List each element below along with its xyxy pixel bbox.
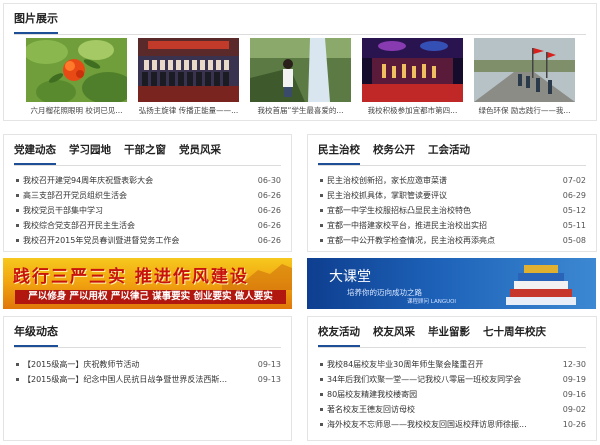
books-icon bbox=[506, 265, 576, 305]
list-item[interactable]: 80届校友精建我校楼寄园 09-16 bbox=[320, 387, 586, 402]
tab-alumni-activities[interactable]: 校友活动 bbox=[318, 317, 360, 347]
gallery-photo-stage-performance[interactable] bbox=[362, 38, 463, 102]
gallery-panel-title[interactable]: 图片展示 bbox=[14, 12, 58, 34]
bullet-icon bbox=[320, 179, 323, 182]
tab-party-member-style[interactable]: 党员风采 bbox=[179, 135, 221, 165]
list-item[interactable]: 民主治校创新招，家长应邀审菜谱 07-02 bbox=[320, 173, 586, 188]
gallery-photo-student-waterfall[interactable] bbox=[250, 38, 351, 102]
bullet-icon bbox=[320, 363, 323, 366]
grade-news-header: 年级动态 bbox=[14, 317, 281, 348]
gallery-caption[interactable]: 弘扬主旋律 传播正能量——... bbox=[138, 104, 239, 118]
bullet-icon bbox=[16, 378, 19, 381]
bullet-icon bbox=[16, 239, 19, 242]
list-item[interactable]: 我校综合党支部召开民主生活会 06-26 bbox=[16, 218, 281, 233]
banner-subtitle: 严以修身 严以用权 严以律己 谋事要实 创业要实 做人要实 bbox=[15, 290, 286, 304]
democratic-governance-panel: 民主治校 校务公开 工会活动 民主治校创新招，家长应邀审菜谱 07-02 民主治校… bbox=[307, 134, 597, 252]
bullet-icon bbox=[16, 363, 19, 366]
bullet-icon bbox=[320, 423, 323, 426]
list-item[interactable]: 民主治校抓具体，掌职管读要评议 06-29 bbox=[320, 188, 586, 203]
gallery-photo-road-flags[interactable] bbox=[474, 38, 575, 102]
alumni-news-list: 我校84届校友毕业30周年师生聚会隆重召开 12-30 34年后我们欢聚一堂——记… bbox=[320, 357, 586, 432]
gallery-item-3[interactable]: 我校首届“学生最喜爱的... bbox=[250, 38, 351, 118]
list-item[interactable]: 34年后我们欢聚一堂——记我校八零届一班校友同学会 09-19 bbox=[320, 372, 586, 387]
list-item[interactable]: 我校召开建党94周年庆祝暨表彰大会 06-30 bbox=[16, 173, 281, 188]
list-item[interactable]: 我校84届校友毕业30周年师生聚会隆重召开 12-30 bbox=[320, 357, 586, 372]
tab-study-garden[interactable]: 学习园地 bbox=[69, 135, 111, 165]
party-building-tabs: 党建动态 学习园地 干部之窗 党员风采 bbox=[14, 135, 281, 166]
tab-alumni-style[interactable]: 校友风采 bbox=[373, 317, 415, 347]
bullet-icon bbox=[320, 393, 323, 396]
bullet-icon bbox=[320, 239, 323, 242]
gallery-panel-header: 图片展示 bbox=[14, 4, 586, 35]
list-item[interactable]: 宜都一中公开教学检查情况，民主治校再添亮点 05-08 bbox=[320, 233, 586, 248]
bullet-icon bbox=[320, 224, 323, 227]
alumni-tabs: 校友活动 校友风采 毕业留影 七十周年校庆 bbox=[318, 317, 586, 348]
gallery-item-1[interactable]: 六月榴花照眼明 校词已见... bbox=[26, 38, 127, 118]
bullet-icon bbox=[320, 209, 323, 212]
bullet-icon bbox=[16, 194, 19, 197]
tab-school-affairs[interactable]: 校务公开 bbox=[373, 135, 415, 165]
gallery-panel: 图片展示 六月榴花照眼明 校词已见... 弘扬主旋律 传播正能量——... 我校… bbox=[3, 3, 597, 121]
banner-title: 大课堂 bbox=[329, 269, 371, 285]
bullet-icon bbox=[320, 378, 323, 381]
list-item[interactable]: 【2015级高一】纪念中国人民抗日战争暨世界反法西斯... 09-13 bbox=[16, 372, 281, 387]
tab-democratic-governance[interactable]: 民主治校 bbox=[318, 135, 360, 165]
tab-graduation-photos[interactable]: 毕业留影 bbox=[428, 317, 470, 347]
banner-slogan: 践行三严三实 推进作风建设 bbox=[13, 267, 249, 287]
list-item[interactable]: 我校党员干部集中学习 06-26 bbox=[16, 203, 281, 218]
party-news-list: 我校召开建党94周年庆祝暨表彰大会 06-30 高三支部召开党员组织生活会 06-2… bbox=[16, 173, 281, 248]
gallery-caption[interactable]: 我校积极参加宜都市第四... bbox=[362, 104, 463, 118]
tab-70th-anniversary[interactable]: 七十周年校庆 bbox=[483, 317, 546, 347]
gallery-photo-choir-stage[interactable] bbox=[138, 38, 239, 102]
list-item[interactable]: 我校召开2015年党员春训暨进督党务工作会 06-26 bbox=[16, 233, 281, 248]
tab-union-activities[interactable]: 工会活动 bbox=[428, 135, 470, 165]
gallery-caption[interactable]: 绿色环保 励志践行——我... bbox=[474, 104, 575, 118]
three-strict-banner[interactable]: 践行三严三实 推进作风建设 严以修身 严以用权 严以律己 谋事要实 创业要实 做… bbox=[3, 258, 292, 309]
bullet-icon bbox=[320, 408, 323, 411]
party-building-panel: 党建动态 学习园地 干部之窗 党员风采 我校召开建党94周年庆祝暨表彰大会 06-… bbox=[3, 134, 292, 252]
banner-footnote: 课程顾问 LANGUOI bbox=[407, 299, 457, 305]
gallery-item-4[interactable]: 我校积极参加宜都市第四... bbox=[362, 38, 463, 118]
gallery-caption[interactable]: 我校首届“学生最喜爱的... bbox=[250, 104, 351, 118]
tab-cadre-window[interactable]: 干部之窗 bbox=[124, 135, 166, 165]
alumni-panel: 校友活动 校友风采 毕业留影 七十周年校庆 我校84届校友毕业30周年师生聚会隆… bbox=[307, 316, 597, 441]
democratic-governance-tabs: 民主治校 校务公开 工会活动 bbox=[318, 135, 586, 166]
democracy-news-list: 民主治校创新招，家长应邀审菜谱 07-02 民主治校抓具体，掌职管读要评议 06-2… bbox=[320, 173, 586, 248]
grade-news-title[interactable]: 年级动态 bbox=[14, 325, 58, 347]
list-item[interactable]: 高三支部召开党员组织生活会 06-26 bbox=[16, 188, 281, 203]
list-item[interactable]: 宜都一中搭建家校平台，推进民主治校出实招 05-11 bbox=[320, 218, 586, 233]
classroom-banner[interactable]: 大课堂 培养你的迈向成功之路 课程顾问 LANGUOI bbox=[307, 258, 596, 309]
list-item[interactable]: 宜都一中学生校服招标凸显民主治校特色 05-12 bbox=[320, 203, 586, 218]
grade-news-panel: 年级动态 【2015级高一】庆祝教师节活动 09-13 【2015级高一】纪念中国… bbox=[3, 316, 292, 441]
gallery-item-5[interactable]: 绿色环保 励志践行——我... bbox=[474, 38, 575, 118]
list-item[interactable]: 【2015级高一】庆祝教师节活动 09-13 bbox=[16, 357, 281, 372]
gallery-item-2[interactable]: 弘扬主旋律 传播正能量——... bbox=[138, 38, 239, 118]
list-item[interactable]: 海外校友不忘师恩——我校校友回国返校拜访恩师徐振... 10-26 bbox=[320, 417, 586, 432]
bullet-icon bbox=[16, 209, 19, 212]
grade-news-list: 【2015级高一】庆祝教师节活动 09-13 【2015级高一】纪念中国人民抗日战… bbox=[16, 357, 281, 387]
tab-party-news[interactable]: 党建动态 bbox=[14, 135, 56, 165]
bullet-icon bbox=[16, 179, 19, 182]
bullet-icon bbox=[320, 194, 323, 197]
gallery-caption[interactable]: 六月榴花照眼明 校词已见... bbox=[26, 104, 127, 118]
gallery-photo-pomegranate-flower[interactable] bbox=[26, 38, 127, 102]
list-item[interactable]: 著名校友王德友回访母校 09-02 bbox=[320, 402, 586, 417]
photo-gallery: 六月榴花照眼明 校词已见... 弘扬主旋律 传播正能量——... 我校首届“学生… bbox=[26, 38, 586, 118]
bullet-icon bbox=[16, 224, 19, 227]
